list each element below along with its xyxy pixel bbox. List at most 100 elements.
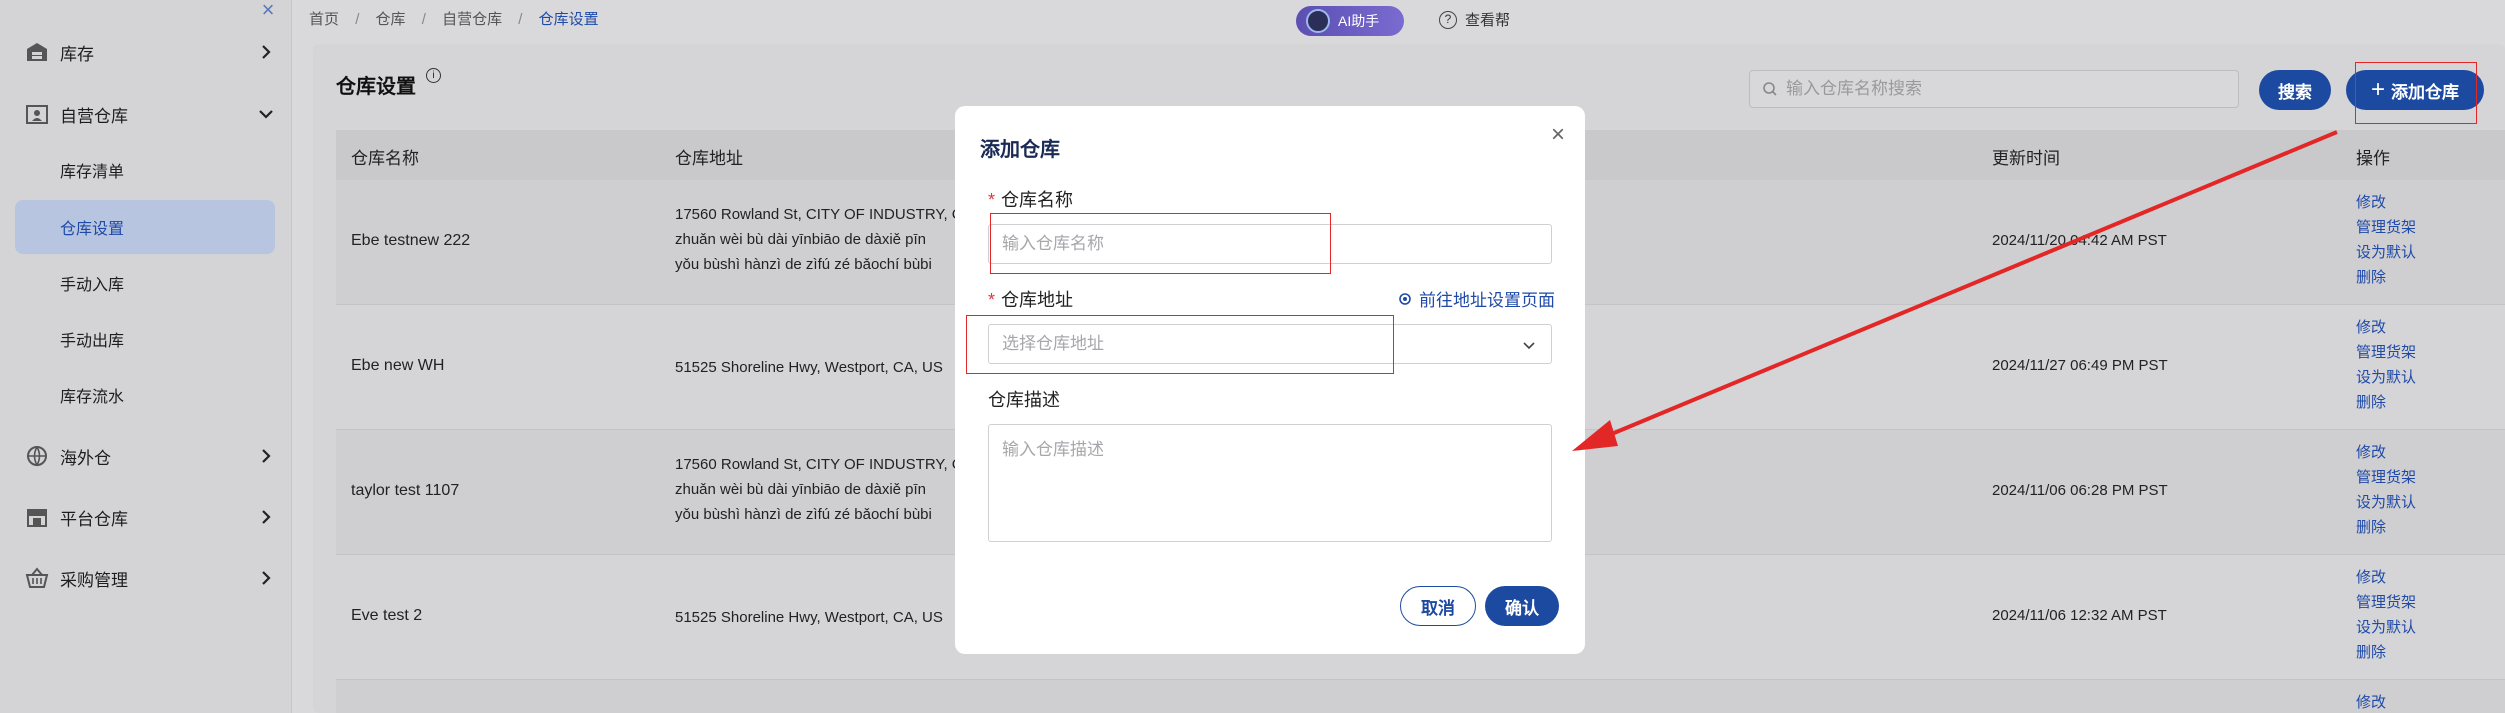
- column-header-address: 仓库地址: [675, 149, 743, 168]
- edit-link[interactable]: 修改: [2356, 190, 2416, 215]
- breadcrumb-home[interactable]: 首页: [309, 8, 339, 29]
- basket-icon: [25, 567, 49, 588]
- warehouse-desc-field: [988, 424, 1552, 542]
- address-line: 51525 Shoreline Hwy, Westport, CA, US: [675, 359, 943, 376]
- top-bar: 首页 / 仓库 / 自营仓库 / 仓库设置 AI助手 ? 查看帮: [293, 0, 2505, 42]
- cell-name: Eve test 2: [351, 607, 423, 624]
- cell-name: Ebe testnew 222: [351, 232, 471, 249]
- sidebar-subitem-inventory-list[interactable]: 库存清单: [0, 150, 292, 190]
- set-default-link[interactable]: 设为默认: [2356, 490, 2416, 515]
- address-line: 17560 Rowland St, CITY OF INDUSTRY, C: [675, 456, 963, 473]
- delete-link[interactable]: 删除: [2356, 640, 2416, 665]
- sidebar-item-purchase[interactable]: 采购管理: [0, 556, 292, 600]
- chevron-right-icon: [262, 45, 271, 59]
- delete-link[interactable]: 删除: [2356, 515, 2416, 540]
- info-icon[interactable]: i: [426, 68, 441, 83]
- row-actions: 修改 管理货架 设为默认 删除: [2356, 565, 2416, 665]
- search-button[interactable]: 搜索: [2259, 70, 2331, 110]
- edit-link[interactable]: 修改: [2356, 440, 2416, 465]
- column-header-actions: 操作: [2356, 149, 2390, 168]
- sidebar-item-inventory[interactable]: 库存: [0, 30, 292, 74]
- breadcrumb-warehouse[interactable]: 仓库: [376, 8, 406, 29]
- annotation-box-name: [990, 213, 1331, 274]
- manage-shelves-link[interactable]: 管理货架: [2356, 340, 2416, 365]
- dialog-title: 添加仓库: [980, 139, 1060, 161]
- manage-shelves-link[interactable]: 管理货架: [2356, 465, 2416, 490]
- breadcrumb-current: 仓库设置: [538, 11, 599, 28]
- breadcrumb-separator: /: [518, 11, 523, 28]
- annotation-box-add-button: [2355, 62, 2477, 124]
- search-input[interactable]: [1786, 79, 2226, 99]
- sidebar-subitem-warehouse-settings[interactable]: 仓库设置: [0, 207, 292, 247]
- sidebar-subitem-manual-inbound[interactable]: 手动入库: [0, 263, 292, 303]
- warehouse-desc-label: 仓库描述: [988, 390, 1060, 410]
- manage-shelves-link[interactable]: 管理货架: [2356, 590, 2416, 615]
- delete-link[interactable]: 删除: [2356, 265, 2416, 290]
- sidebar-item-overseas-warehouse[interactable]: 海外仓: [0, 434, 292, 478]
- breadcrumb-separator: /: [355, 11, 360, 28]
- sidebar-subitem-label: 库存流水: [60, 389, 125, 406]
- row-actions: 修改 管理货架 设为默认 删除: [2356, 440, 2416, 540]
- annotation-box-address: [966, 315, 1394, 374]
- edit-link[interactable]: 修改: [2356, 565, 2416, 590]
- breadcrumb-separator: /: [421, 11, 426, 28]
- cancel-button[interactable]: 取消: [1400, 586, 1476, 626]
- help-link[interactable]: ? 查看帮: [1439, 9, 1510, 30]
- warehouse-desc-input[interactable]: [1002, 435, 1538, 531]
- chevron-right-icon: [262, 449, 271, 463]
- breadcrumb-self-warehouse[interactable]: 自营仓库: [442, 8, 502, 29]
- address-line: 51525 Shoreline Hwy, Westport, CA, US: [675, 609, 943, 626]
- sidebar-subitem-label: 手动出库: [60, 333, 125, 350]
- search-box: [1749, 70, 2239, 108]
- set-default-link[interactable]: 设为默认: [2356, 615, 2416, 640]
- sidebar-subitem-label: 手动入库: [60, 277, 125, 294]
- set-default-link[interactable]: 设为默认: [2356, 240, 2416, 265]
- cell-address: 51525 Shoreline Hwy, Westport, CA, US: [675, 605, 943, 630]
- ai-assistant-label: AI助手: [1338, 13, 1380, 29]
- edit-link[interactable]: 修改: [2356, 690, 2386, 713]
- address-line: zhuǎn wèi bù dài yīnbiāo de dàxiě pīn: [675, 481, 927, 498]
- sidebar-subitem-inventory-flow[interactable]: 库存流水: [0, 375, 292, 415]
- sidebar-item-self-warehouse[interactable]: 自营仓库: [0, 92, 292, 136]
- sidebar-subitem-label: 库存清单: [60, 164, 125, 181]
- cell-updated: 2024/11/20 04:42 AM PST: [1992, 232, 2167, 249]
- breadcrumb: 首页 / 仓库 / 自营仓库 / 仓库设置: [309, 8, 599, 29]
- self-warehouse-icon: [26, 105, 48, 124]
- chevron-down-icon: [259, 110, 273, 119]
- ai-assistant-button[interactable]: AI助手: [1296, 6, 1404, 36]
- sidebar-subitem-manual-outbound[interactable]: 手动出库: [0, 319, 292, 359]
- address-settings-link[interactable]: 前往地址设置页面: [1397, 286, 1555, 311]
- chevron-down-icon: [1523, 342, 1535, 350]
- close-icon[interactable]: ×: [258, 0, 278, 21]
- store-icon: [27, 509, 47, 527]
- sidebar-item-platform-warehouse[interactable]: 平台仓库: [0, 495, 292, 539]
- warehouse-name-label-text: 仓库名称: [1001, 190, 1074, 210]
- chevron-right-icon: [262, 510, 271, 524]
- cell-updated: 2024/11/06 06:28 PM PST: [1992, 482, 2168, 499]
- close-icon[interactable]: ×: [1547, 123, 1569, 147]
- sidebar-item-label: 库存: [60, 44, 94, 64]
- cell-updated: 2024/11/27 06:49 PM PST: [1992, 357, 2168, 374]
- warehouse-icon: [27, 43, 47, 61]
- address-line: zhuǎn wèi bù dài yīnbiāo de dàxiě pīn: [675, 231, 927, 248]
- manage-shelves-link[interactable]: 管理货架: [2356, 215, 2416, 240]
- page-title: 仓库设置: [336, 76, 416, 98]
- sidebar-item-label: 自营仓库: [60, 106, 128, 126]
- cell-name: taylor test 1107: [351, 482, 460, 499]
- confirm-button[interactable]: 确认: [1485, 586, 1559, 626]
- globe-icon: [27, 446, 47, 467]
- delete-link[interactable]: 删除: [2356, 390, 2416, 415]
- address-line: yǒu bùshì hànzì de zìfú zé bǎochí bùbi: [675, 256, 932, 273]
- sidebar-subitem-label: 仓库设置: [60, 221, 125, 238]
- warehouse-address-label: * 仓库地址: [988, 286, 1073, 312]
- edit-link[interactable]: 修改: [2356, 315, 2416, 340]
- chevron-right-icon: [262, 571, 271, 585]
- search-icon: [1763, 82, 1777, 96]
- sidebar: × 库存 自营仓库 库存清单 仓库设置 手动入库 手动出库 库存流水 海外仓 平…: [0, 0, 292, 713]
- row-actions: 修改 管理货架 设为默认 删除: [2356, 190, 2416, 290]
- cell-address: 17560 Rowland St, CITY OF INDUSTRY, C zh…: [675, 452, 963, 527]
- add-warehouse-dialog: 添加仓库 × *仓库名称 *仓库地址 前往地址设置页面 仓库描述 取消 确认: [955, 106, 1585, 654]
- required-mark: *: [988, 190, 996, 210]
- row-actions: 修改: [2356, 690, 2386, 713]
- set-default-link[interactable]: 设为默认: [2356, 365, 2416, 390]
